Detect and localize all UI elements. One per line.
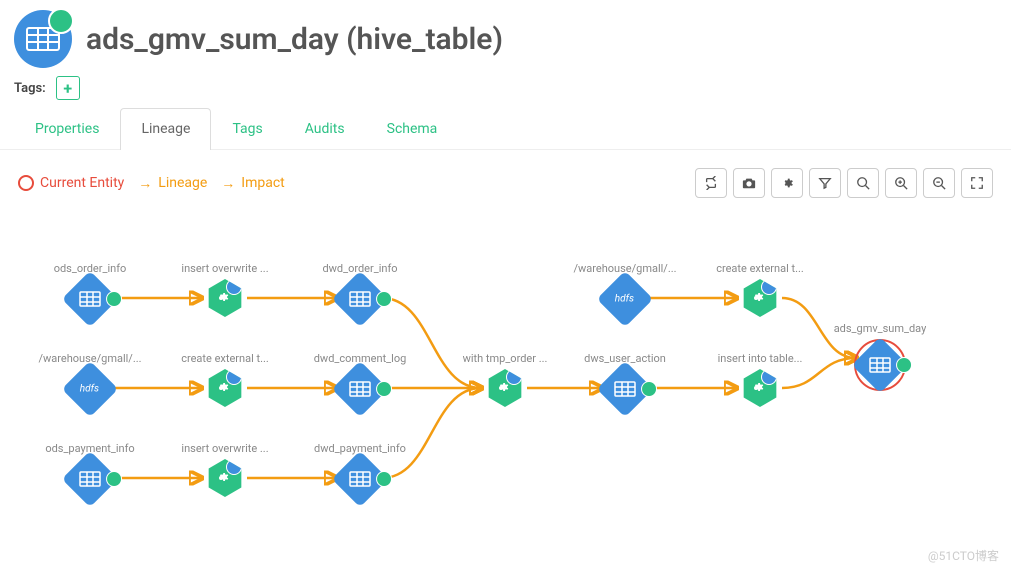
- node-wh2[interactable]: /warehouse/gmall/...hdfs: [570, 262, 680, 319]
- node-label: create external t...: [181, 352, 269, 365]
- process-icon: [206, 279, 244, 317]
- add-tag-button[interactable]: +: [56, 76, 80, 100]
- node-label: insert overwrite ...: [181, 442, 268, 455]
- legend: Current Entity →Lineage →Impact: [18, 175, 285, 192]
- node-label: with tmp_order ...: [463, 352, 548, 365]
- filter-button[interactable]: [809, 168, 841, 198]
- tab-properties[interactable]: Properties: [14, 108, 120, 149]
- node-proc_ce2[interactable]: create external t...: [705, 262, 815, 317]
- legend-current-entity: Current Entity: [18, 175, 124, 192]
- camera-button[interactable]: [733, 168, 765, 198]
- tab-tags[interactable]: Tags: [211, 108, 283, 149]
- settings-button[interactable]: [771, 168, 803, 198]
- node-label: insert into table...: [718, 352, 803, 365]
- node-ads_gmv_sum_day[interactable]: ads_gmv_sum_day: [825, 322, 935, 391]
- page-title: ads_gmv_sum_day (hive_table): [86, 22, 503, 57]
- zoom-out-button[interactable]: [923, 168, 955, 198]
- lineage-canvas[interactable]: ods_order_infoinsert overwrite ...dwd_or…: [0, 222, 1011, 542]
- zoom-default-button[interactable]: [847, 168, 879, 198]
- table-icon: [852, 337, 909, 394]
- node-proc_iit[interactable]: insert into table...: [705, 352, 815, 407]
- node-proc_io1[interactable]: insert overwrite ...: [170, 262, 280, 317]
- node-wh1[interactable]: /warehouse/gmall/...hdfs: [35, 352, 145, 409]
- legend-lineage: →Lineage: [138, 175, 207, 192]
- node-with_tmp[interactable]: with tmp_order ...: [450, 352, 560, 407]
- hdfs-icon: hdfs: [597, 271, 654, 328]
- node-dwd_order_info[interactable]: dwd_order_info: [305, 262, 415, 319]
- process-icon: [741, 369, 779, 407]
- badge-overlay-icon: [48, 8, 74, 34]
- lineage-toolbar: [695, 168, 993, 198]
- tab-lineage[interactable]: Lineage: [120, 108, 211, 150]
- table-icon: [62, 451, 119, 508]
- process-icon: [486, 369, 524, 407]
- table-icon: [597, 361, 654, 418]
- node-ods_payment_info[interactable]: ods_payment_info: [35, 442, 145, 499]
- table-icon: [332, 271, 389, 328]
- fullscreen-button[interactable]: [961, 168, 993, 198]
- table-icon: [62, 271, 119, 328]
- tab-schema[interactable]: Schema: [366, 108, 459, 149]
- node-ods_order_info[interactable]: ods_order_info: [35, 262, 145, 319]
- table-icon: [332, 361, 389, 418]
- node-dws_user_action[interactable]: dws_user_action: [570, 352, 680, 409]
- tags-label: Tags:: [14, 81, 46, 96]
- watermark: @51CTO博客: [928, 547, 999, 564]
- process-icon: [741, 279, 779, 317]
- tabs: PropertiesLineageTagsAuditsSchema: [0, 108, 1011, 150]
- tab-audits[interactable]: Audits: [284, 108, 366, 149]
- zoom-in-button[interactable]: [885, 168, 917, 198]
- current-entity-ring: [854, 339, 906, 391]
- node-dwd_comment_log[interactable]: dwd_comment_log: [305, 352, 415, 409]
- legend-impact: →Impact: [221, 175, 284, 192]
- node-label: create external t...: [716, 262, 804, 275]
- node-proc_io2[interactable]: insert overwrite ...: [170, 442, 280, 497]
- entity-type-badge: [14, 10, 72, 68]
- node-label: ads_gmv_sum_day: [834, 322, 927, 335]
- process-icon: [206, 459, 244, 497]
- node-label: insert overwrite ...: [181, 262, 268, 275]
- process-icon: [206, 369, 244, 407]
- hdfs-icon: hdfs: [62, 361, 119, 418]
- node-proc_ce1[interactable]: create external t...: [170, 352, 280, 407]
- node-dwd_payment_info[interactable]: dwd_payment_info: [305, 442, 415, 499]
- table-icon: [332, 451, 389, 508]
- reset-button[interactable]: [695, 168, 727, 198]
